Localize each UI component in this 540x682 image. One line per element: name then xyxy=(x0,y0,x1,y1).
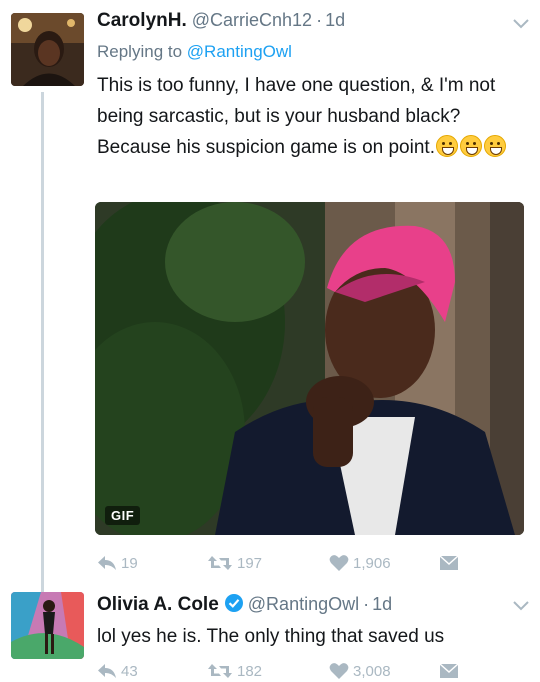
retweet-button[interactable]: 182 xyxy=(207,663,262,680)
retweet-icon xyxy=(208,664,232,678)
reply-count: 43 xyxy=(121,662,138,680)
avatar-photo-carolynh xyxy=(11,13,84,86)
direct-message-button[interactable] xyxy=(439,663,459,679)
retweet-count: 197 xyxy=(237,554,263,572)
timestamp[interactable]: 1d xyxy=(372,594,392,615)
direct-message-icon xyxy=(439,663,459,678)
grinning-face-emoji-icon xyxy=(483,135,506,157)
grinning-face-emoji-icon xyxy=(459,135,482,157)
reply-button[interactable]: 43 xyxy=(97,663,138,680)
chevron-down-icon[interactable] xyxy=(512,600,530,612)
verified-badge-icon xyxy=(224,594,243,612)
like-count: 1,906 xyxy=(353,554,391,572)
reply-icon xyxy=(98,664,116,678)
chevron-down-icon[interactable] xyxy=(512,18,530,30)
separator-dot: · xyxy=(316,10,323,30)
gif-still-image xyxy=(95,202,524,535)
avatar-illustration-olivia xyxy=(11,592,84,659)
reply-count: 19 xyxy=(121,554,138,572)
like-heart-icon xyxy=(329,555,349,571)
separator-dot: · xyxy=(363,594,370,614)
tweet-olivia-cole[interactable]: Olivia A. Cole @RantingOwl · 1d lol yes … xyxy=(0,590,540,682)
retweet-button[interactable]: 197 xyxy=(207,555,262,572)
avatar[interactable] xyxy=(11,13,84,86)
avatar[interactable] xyxy=(11,592,84,659)
like-button[interactable]: 1,906 xyxy=(329,554,391,572)
emoji-group xyxy=(435,135,506,157)
user-handle[interactable]: @CarrieCnh12 xyxy=(192,10,312,31)
display-name[interactable]: CarolynH. xyxy=(97,10,187,32)
tweet-header: Olivia A. Cole @RantingOwl · 1d xyxy=(97,592,526,618)
tweet-content: Olivia A. Cole @RantingOwl · 1d lol yes … xyxy=(97,592,526,652)
tweet-header: CarolynH. @CarrieCnh12 · 1d xyxy=(97,10,526,36)
reply-icon xyxy=(98,556,116,570)
gif-media[interactable]: GIF xyxy=(95,202,524,535)
like-button[interactable]: 3,008 xyxy=(329,662,391,680)
like-count: 3,008 xyxy=(353,662,391,680)
tweet-text: This is too funny, I have one question, … xyxy=(97,70,526,163)
gif-badge: GIF xyxy=(105,506,141,525)
tweet-content: CarolynH. @CarrieCnh12 · 1d Replying to … xyxy=(97,10,526,163)
retweet-icon xyxy=(208,556,232,570)
replying-to-label: Replying to xyxy=(97,42,183,61)
replying-to-line: Replying to @RantingOwl xyxy=(97,42,526,66)
direct-message-button[interactable] xyxy=(439,555,459,571)
display-name[interactable]: Olivia A. Cole xyxy=(97,594,219,616)
tweet-text: lol yes he is. The only thing that saved… xyxy=(97,626,445,647)
user-handle[interactable]: @RantingOwl xyxy=(248,594,359,615)
timestamp[interactable]: 1d xyxy=(325,10,345,31)
reply-button[interactable]: 19 xyxy=(97,555,138,572)
retweet-count: 182 xyxy=(237,662,263,680)
like-heart-icon xyxy=(329,663,349,679)
grinning-face-emoji-icon xyxy=(435,135,458,157)
replying-to-mention[interactable]: @RantingOwl xyxy=(187,42,292,61)
direct-message-icon xyxy=(439,555,459,570)
tweet-carolynh[interactable]: CarolynH. @CarrieCnh12 · 1d Replying to … xyxy=(0,0,540,590)
